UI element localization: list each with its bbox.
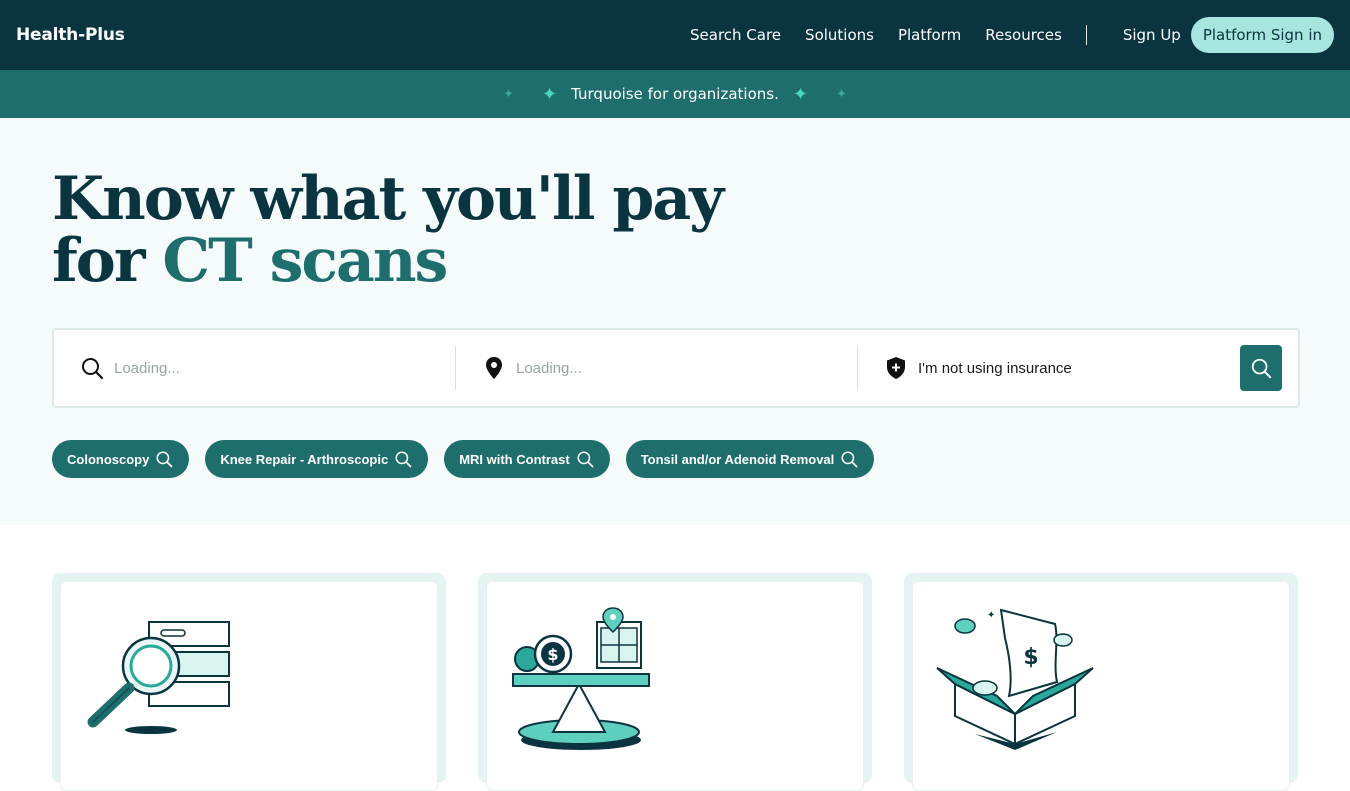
chip-label: Colonoscopy xyxy=(67,451,150,467)
search-icon xyxy=(80,356,104,380)
search-bar: I'm not using insurance xyxy=(52,328,1300,408)
search-icon xyxy=(577,451,594,468)
sparkle-icon: ✦ xyxy=(542,83,558,105)
price-scale-icon: $ xyxy=(512,607,650,750)
sparkle-icon: ✦ xyxy=(835,86,847,102)
search-icon xyxy=(841,451,858,468)
svg-text:$: $ xyxy=(547,645,558,664)
headline-line-1: Know what you'll pay xyxy=(52,164,724,234)
sign-up-link[interactable]: Sign Up xyxy=(1123,26,1181,44)
sparkle-icon: ✦ xyxy=(503,86,515,102)
location-field xyxy=(456,330,857,406)
location-pin-icon xyxy=(482,356,506,380)
feature-card-inner: $ xyxy=(486,581,864,791)
hero-section: Know what you'll pay for CT scans I'm no… xyxy=(0,118,1350,525)
search-icon xyxy=(1251,358,1272,379)
top-navigation: Health-Plus Search Care Solutions Platfo… xyxy=(0,0,1350,70)
shield-plus-icon xyxy=(884,356,908,380)
nav-search-care[interactable]: Search Care xyxy=(690,26,781,44)
chip-tonsil-removal[interactable]: Tonsil and/or Adenoid Removal xyxy=(625,440,875,478)
magnifier-database-icon xyxy=(87,621,230,734)
feature-cards: $ $ ✦ xyxy=(52,573,1298,791)
nav-divider xyxy=(1085,25,1087,45)
feature-card-inner: $ ✦ xyxy=(912,581,1290,791)
promo-banner[interactable]: ✦ ✦ Turquoise for organizations. ✦ ✦ xyxy=(0,70,1350,118)
chip-knee-repair[interactable]: Knee Repair - Arthroscopic xyxy=(205,440,429,478)
popular-searches: Colonoscopy Knee Repair - Arthroscopic M… xyxy=(52,440,875,478)
nav-solutions[interactable]: Solutions xyxy=(805,26,874,44)
nav-links: Search Care Solutions Platform Resources… xyxy=(690,0,1217,70)
svg-text:$: $ xyxy=(1023,645,1038,670)
brand-logo[interactable]: Health-Plus xyxy=(16,25,125,45)
nav-platform[interactable]: Platform xyxy=(898,26,961,44)
service-field xyxy=(54,330,455,406)
headline-accent: CT scans xyxy=(162,226,448,296)
svg-text:✦: ✦ xyxy=(987,610,995,621)
search-submit-button[interactable] xyxy=(1240,345,1282,391)
sparkle-icon: ✦ xyxy=(792,83,808,105)
feature-card: $ xyxy=(478,573,872,791)
insurance-field[interactable]: I'm not using insurance xyxy=(858,330,1298,406)
platform-sign-in-button[interactable]: Platform Sign in xyxy=(1190,17,1334,53)
feature-card: $ ✦ xyxy=(904,573,1298,791)
chip-mri-contrast[interactable]: MRI with Contrast xyxy=(444,440,610,478)
feature-card xyxy=(52,573,446,791)
banner-text: Turquoise for organizations. xyxy=(571,85,779,103)
chip-label: MRI with Contrast xyxy=(459,451,570,467)
insurance-selector[interactable]: I'm not using insurance xyxy=(918,360,1072,377)
service-search-input[interactable] xyxy=(114,359,414,377)
chip-colonoscopy[interactable]: Colonoscopy xyxy=(52,440,190,478)
money-box-icon: $ ✦ xyxy=(936,608,1094,750)
location-input[interactable] xyxy=(516,359,816,377)
page-title: Know what you'll pay for CT scans xyxy=(52,168,724,292)
chip-label: Tonsil and/or Adenoid Removal xyxy=(640,451,835,467)
search-icon xyxy=(156,451,173,468)
chip-label: Knee Repair - Arthroscopic xyxy=(220,451,389,467)
nav-resources[interactable]: Resources xyxy=(985,26,1062,44)
feature-card-inner xyxy=(60,581,438,791)
headline-for: for xyxy=(52,226,145,296)
search-icon xyxy=(395,451,412,468)
